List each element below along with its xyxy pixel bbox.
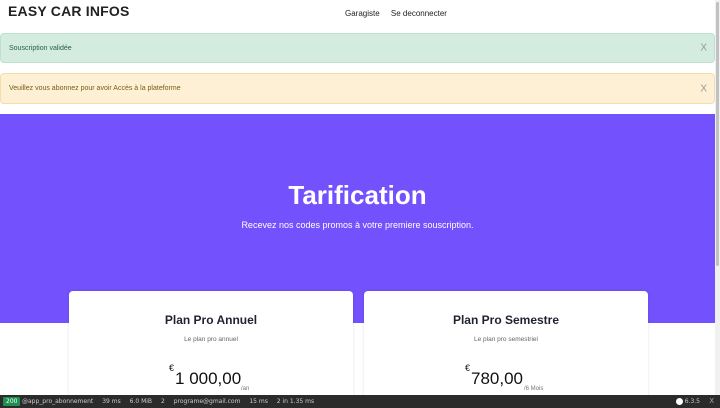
nav-link-garagiste[interactable]: Garagiste: [345, 9, 380, 18]
plan-period: /an: [241, 386, 250, 392]
price-amount: 1 000,00: [175, 369, 242, 388]
debug-toolbar: 200 @app_pro_abonnement 39 ms 6.0 MiB 2 …: [0, 395, 720, 408]
db-queries[interactable]: 2 in 1.35 ms: [277, 398, 314, 405]
plan-period: /6 Mois: [524, 386, 544, 392]
plan-title: Plan Pro Annuel: [164, 313, 258, 327]
scrollbar-thumb[interactable]: [716, 2, 719, 266]
brand-logo[interactable]: EASY CAR INFOS: [8, 3, 130, 19]
user-email[interactable]: programe@gmail.com: [174, 398, 241, 405]
hero-subtitle: Recevez nos codes promos à votre premier…: [241, 220, 474, 230]
alert-success: Souscription validée X: [0, 33, 715, 63]
plan-title: Plan Pro Semestre: [452, 313, 560, 327]
route-name[interactable]: @app_pro_abonnement: [22, 398, 93, 405]
alert-warning-text: Veuillez vous abonnez pour avoir Accès à…: [9, 85, 181, 92]
plan-card-semester: Plan Pro Semestre Le plan pro semestriel…: [364, 291, 648, 408]
version-number: 6.3.5: [684, 398, 700, 405]
security-time[interactable]: 15 ms: [249, 398, 268, 405]
framework-version[interactable]: 6.3.5: [675, 398, 700, 405]
plan-price: €780,00: [465, 363, 524, 389]
close-icon[interactable]: X: [700, 43, 707, 54]
symfony-logo-icon: [675, 398, 683, 405]
page-title: Tarification: [288, 180, 427, 210]
plan-description: Le plan pro semestriel: [474, 336, 538, 343]
page-scrollbar[interactable]: [715, 0, 720, 395]
navbar: EASY CAR INFOS Garagiste Se deconnecter: [0, 0, 720, 30]
alert-success-text: Souscription validée: [9, 44, 72, 52]
plan-description: Le plan pro annuel: [184, 336, 238, 343]
currency-symbol: €: [169, 363, 175, 374]
nav-links: Garagiste Se deconnecter: [345, 9, 456, 18]
currency-symbol: €: [465, 363, 471, 374]
alert-warning: Veuillez vous abonnez pour avoir Accès à…: [0, 73, 715, 104]
close-icon[interactable]: X: [700, 83, 707, 94]
nav-link-logout[interactable]: Se deconnecter: [391, 9, 447, 18]
close-icon[interactable]: X: [709, 397, 714, 405]
debug-toolbar-items: @app_pro_abonnement 39 ms 6.0 MiB 2 prog…: [22, 398, 321, 406]
status-badge[interactable]: 200: [3, 397, 21, 406]
plan-card-annual: Plan Pro Annuel Le plan pro annuel €1 00…: [69, 291, 353, 408]
memory-usage[interactable]: 6.0 MiB: [130, 398, 152, 405]
price-amount: 780,00: [471, 369, 524, 388]
plan-price: €1 000,00: [169, 363, 242, 389]
request-time[interactable]: 39 ms: [102, 398, 121, 405]
forms-count[interactable]: 2: [161, 398, 165, 405]
